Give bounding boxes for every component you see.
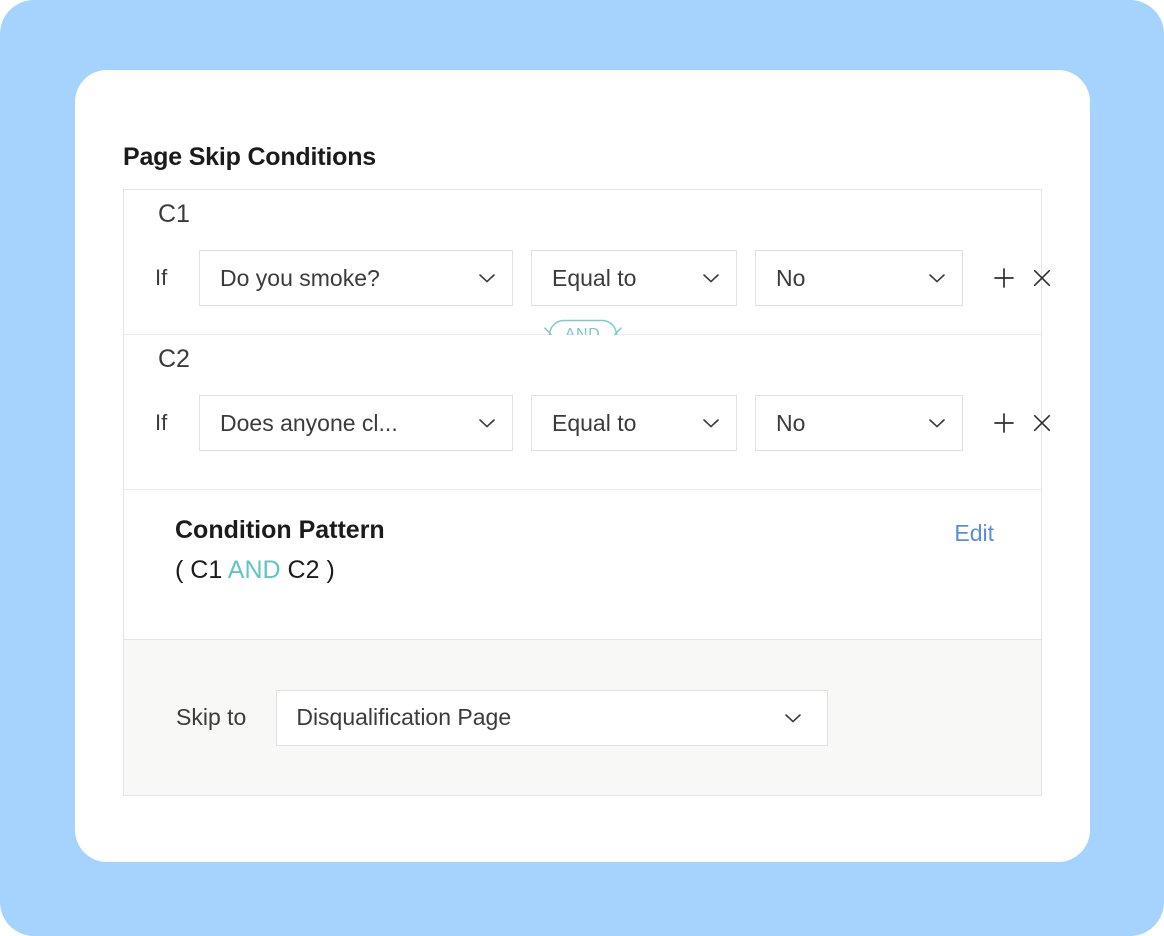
condition-pattern-section: Condition Pattern ( C1 AND C2 ) Edit	[124, 489, 1041, 639]
condition-controls-c2: If Does anyone cl... Equal to No	[124, 395, 1051, 451]
question-select-c1[interactable]: Do you smoke?	[199, 250, 513, 306]
condition-controls-c1: If Do you smoke? Equal to No	[124, 250, 1051, 306]
plus-icon[interactable]	[991, 410, 1017, 436]
chevron-down-icon	[479, 419, 495, 428]
operator-select-c1[interactable]: Equal to	[531, 250, 737, 306]
value-select-value-c2: No	[776, 409, 806, 436]
condition-row-c1: C1 If Do you smoke? Equal to No	[124, 190, 1051, 334]
value-select-c1[interactable]: No	[755, 250, 963, 306]
if-label-c1: If	[155, 265, 168, 290]
pattern-expression-prefix: ( C1	[175, 556, 228, 584]
chevron-down-icon	[703, 419, 719, 428]
pattern-expression-suffix: C2 )	[280, 556, 335, 584]
chevron-down-icon	[929, 419, 945, 428]
chevron-down-icon	[929, 274, 945, 283]
skip-to-section: Skip to Disqualification Page	[124, 639, 1041, 795]
question-select-value-c1: Do you smoke?	[220, 264, 380, 291]
skip-to-label: Skip to	[176, 704, 247, 730]
condition-label-c2: C2	[158, 345, 190, 373]
chevron-down-icon	[703, 274, 719, 283]
chevron-down-icon	[479, 274, 495, 283]
skip-to-select[interactable]: Disqualification Page	[276, 689, 829, 746]
condition-pattern-expression: ( C1 AND C2 )	[175, 556, 335, 585]
operator-select-value-c1: Equal to	[552, 264, 637, 291]
plus-icon[interactable]	[991, 265, 1017, 291]
question-select-value-c2: Does anyone cl...	[220, 409, 398, 436]
skip-to-select-value: Disqualification Page	[296, 704, 512, 730]
operator-select-value-c2: Equal to	[552, 409, 637, 436]
close-icon[interactable]	[1029, 265, 1055, 291]
conditions-container: C1 If Do you smoke? Equal to No AND C2 I…	[123, 189, 1051, 796]
value-select-value-c1: No	[776, 264, 806, 291]
condition-row-c2: C2 If Does anyone cl... Equal to No	[124, 335, 1051, 489]
page-title: Page Skip Conditions	[123, 143, 376, 171]
if-label-c2: If	[155, 410, 168, 435]
edit-pattern-link[interactable]: Edit	[954, 520, 994, 547]
close-icon[interactable]	[1029, 410, 1055, 436]
value-select-c2[interactable]: No	[755, 395, 963, 451]
pattern-expression-operator: AND	[227, 556, 281, 584]
settings-card: Page Skip Conditions C1 If Do you smoke?…	[75, 70, 1090, 862]
chevron-down-icon	[785, 713, 802, 723]
operator-select-c2[interactable]: Equal to	[531, 395, 737, 451]
condition-label-c1: C1	[158, 200, 190, 228]
question-select-c2[interactable]: Does anyone cl...	[199, 395, 513, 451]
app-background: Page Skip Conditions C1 If Do you smoke?…	[0, 0, 1164, 936]
condition-pattern-title: Condition Pattern	[175, 516, 385, 544]
